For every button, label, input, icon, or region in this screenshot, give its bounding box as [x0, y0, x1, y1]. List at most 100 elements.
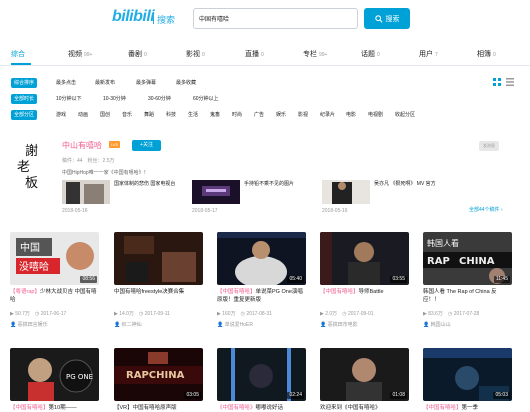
tab-bangumi[interactable]: 番剧 0 [128, 49, 147, 59]
video-thumbnail [192, 180, 240, 204]
tab-count: 0 [144, 52, 147, 58]
video-title-highlight: 【中国有嘻哈】 [320, 289, 359, 295]
tab-label: 话题 [361, 51, 375, 58]
video-title-highlight: 【中国有嘻哈】 [217, 289, 256, 295]
tab-video[interactable]: 视频 99+ [68, 49, 92, 59]
filter-zone-item[interactable]: 生活 [185, 110, 201, 120]
tab-topic[interactable]: 话题 0 [361, 49, 380, 59]
filter-sort-danmaku[interactable]: 最多弹幕 [133, 78, 159, 88]
filter-zone-item[interactable]: 影视 [295, 110, 311, 120]
up-video-title: 国家体制的悲伤 国家电视台 [114, 181, 176, 187]
filter-zone-item[interactable]: 电影 [343, 110, 359, 120]
video-title: 《中国有嘻哈》嘟嘟说好话 [217, 404, 306, 412]
video-meta: ▶ 14.0万 ◷ 2017-09-11 [114, 311, 170, 317]
logo-divider [153, 12, 154, 24]
video-title-highlight: 【粤语rap】 [10, 289, 40, 295]
filter-zone-item[interactable]: 时尚 [229, 110, 245, 120]
video-duration: 08:56 [80, 276, 97, 283]
tab-all[interactable]: 综合 [11, 49, 25, 59]
up-avatar[interactable]: 謝 老 板 [11, 139, 53, 193]
filter-sort-default[interactable]: 综合排序 [11, 78, 38, 88]
up-video-date: 2018-05-17 [192, 208, 218, 214]
filter-duration-all[interactable]: 全部时长 [11, 94, 38, 104]
svg-text:韩国人看: 韩国人看 [427, 238, 459, 248]
svg-text:PG ONE: PG ONE [66, 373, 93, 381]
video-title-text: 中国有嘻哈freestyle决赛合集 [114, 289, 185, 295]
up-video-item[interactable]: 吴亦凡 《狠死啊》 MV 官方 2018-05-16 [322, 180, 472, 216]
video-duration: 03:05 [184, 392, 201, 399]
up-name[interactable]: 中山有嘻哈 [62, 140, 102, 151]
up-video-item[interactable]: 国家体制的悲伤 国家电视台 2018-05-16 [62, 180, 212, 216]
filter-zone-item[interactable]: 电视剧 [365, 110, 386, 120]
filter-sort-newest[interactable]: 最新发布 [92, 78, 118, 88]
video-uploader[interactable]: 👤 恶搞田言娱乐 [10, 321, 99, 328]
tab-count: 0 [493, 52, 496, 58]
video-uploader[interactable]: 👤 织二神仙 [114, 321, 203, 328]
svg-text:謝: 謝 [25, 144, 38, 159]
filter-zone-item[interactable]: 游戏 [53, 110, 69, 120]
duration-filter-row: 全部时长 10分钟以下 10-30分钟 30-60分钟 60分钟以上 [0, 94, 530, 106]
video-views: 160万 [222, 311, 236, 317]
video-thumbnail: 02:24 [217, 348, 306, 401]
filter-zone-item[interactable]: 鬼畜 [207, 110, 223, 120]
video-thumbnail: 中国 没嘻哈 08:56 [10, 232, 99, 285]
up-description: 中国HipHop唯一一家《中国有嘻哈》！ [62, 170, 149, 176]
filter-duration-30-60[interactable]: 30-60分钟 [145, 94, 174, 104]
video-title: 【粤语rap】少林大战贝吉 中国有嘻哈 [10, 288, 99, 304]
video-uploader[interactable]: 👤 单说爱HoER [217, 321, 306, 328]
video-title-highlight: 《中国有嘻哈》 [217, 405, 256, 411]
search-button-label: 搜索 [385, 15, 400, 23]
video-title: 【VR】中国有嘻哈原声版 [114, 404, 203, 412]
video-title: 【中国有嘻哈】导师Battle [320, 288, 409, 296]
video-uploader[interactable]: 👤 韩国山山 [423, 321, 512, 328]
video-title: 中国有嘻哈freestyle决赛合集 [114, 288, 203, 296]
tab-label: 影视 [186, 51, 200, 58]
avatar-calligraphy-image: 謝 老 板 [17, 144, 38, 191]
filter-zone-all[interactable]: 全部分区 [11, 110, 38, 120]
sort-filter-row: 综合排序 最多点击 最新发布 最多弹幕 最多收藏 [0, 78, 530, 90]
filter-zone-item[interactable]: 娱乐 [273, 110, 289, 120]
message-button[interactable]: 发消息 [479, 141, 499, 151]
follow-button[interactable]: +关注 [132, 140, 161, 151]
tab-live[interactable]: 直播 0 [245, 49, 264, 59]
tab-film[interactable]: 影视 0 [186, 49, 205, 59]
filter-zone-item[interactable]: 舞蹈 [141, 110, 157, 120]
search-button[interactable]: 搜索 [364, 8, 410, 29]
zone-filter-row: 全部分区 游戏 动画 国创 音乐 舞蹈 科技 生活 鬼畜 时尚 广告 娱乐 影视… [0, 110, 530, 122]
video-uploader[interactable]: 👤 恶搞田市电影 [320, 321, 409, 328]
up-stats: 稿件：44 粉丝：2.5万 [62, 158, 115, 164]
up-video-item[interactable]: 手持铅不乘不见的图片 2018-05-17 [192, 180, 342, 216]
video-date: 2017-06-17 [40, 311, 67, 317]
video-title-text: 【VR】中国有嘻哈原声版 [114, 405, 177, 411]
tab-label: 视频 [68, 51, 82, 58]
up-video-title: 吴亦凡 《狠死啊》 MV 官方 [374, 181, 436, 187]
list-view-icon[interactable] [506, 78, 514, 86]
filter-zone-item[interactable]: 科技 [163, 110, 179, 120]
video-title: 韩国人看 The Rap of China 反应！！ [423, 288, 512, 304]
filter-duration-under10[interactable]: 10分钟以下 [53, 94, 85, 104]
video-duration: 05:40 [287, 276, 304, 283]
bilibili-logo[interactable]: bilibili [112, 8, 155, 26]
active-tab-indicator [11, 63, 31, 65]
filter-zone-item[interactable]: 纪录片 [317, 110, 338, 120]
filter-sort-clicks[interactable]: 最多点击 [53, 78, 79, 88]
all-videos-link[interactable]: 全部44个稿件 › [469, 206, 503, 213]
tab-label: 专栏 [303, 51, 317, 58]
filter-zone-item[interactable]: 国创 [97, 110, 113, 120]
filter-zone-item[interactable]: 音乐 [119, 110, 135, 120]
search-input[interactable] [193, 8, 358, 29]
filter-zone-item[interactable]: 动画 [75, 110, 91, 120]
video-views: 50.7万 [15, 311, 30, 317]
grid-view-icon[interactable] [493, 78, 501, 86]
tab-album[interactable]: 相簿 0 [477, 49, 496, 59]
filter-zone-collapse[interactable]: 收起分区 [392, 110, 418, 120]
filter-duration-10-30[interactable]: 10-30分钟 [100, 94, 129, 104]
filter-duration-over60[interactable]: 60分钟以上 [190, 94, 222, 104]
tab-article[interactable]: 专栏 99+ [303, 49, 327, 59]
filter-zone-item[interactable]: 广告 [251, 110, 267, 120]
search-icon [374, 14, 383, 23]
filter-sort-favorites[interactable]: 最多收藏 [173, 78, 199, 88]
video-views: 83.6万 [428, 311, 443, 317]
svg-text:RAP: RAP [427, 256, 450, 267]
tab-user[interactable]: 用户 7 [419, 49, 438, 59]
